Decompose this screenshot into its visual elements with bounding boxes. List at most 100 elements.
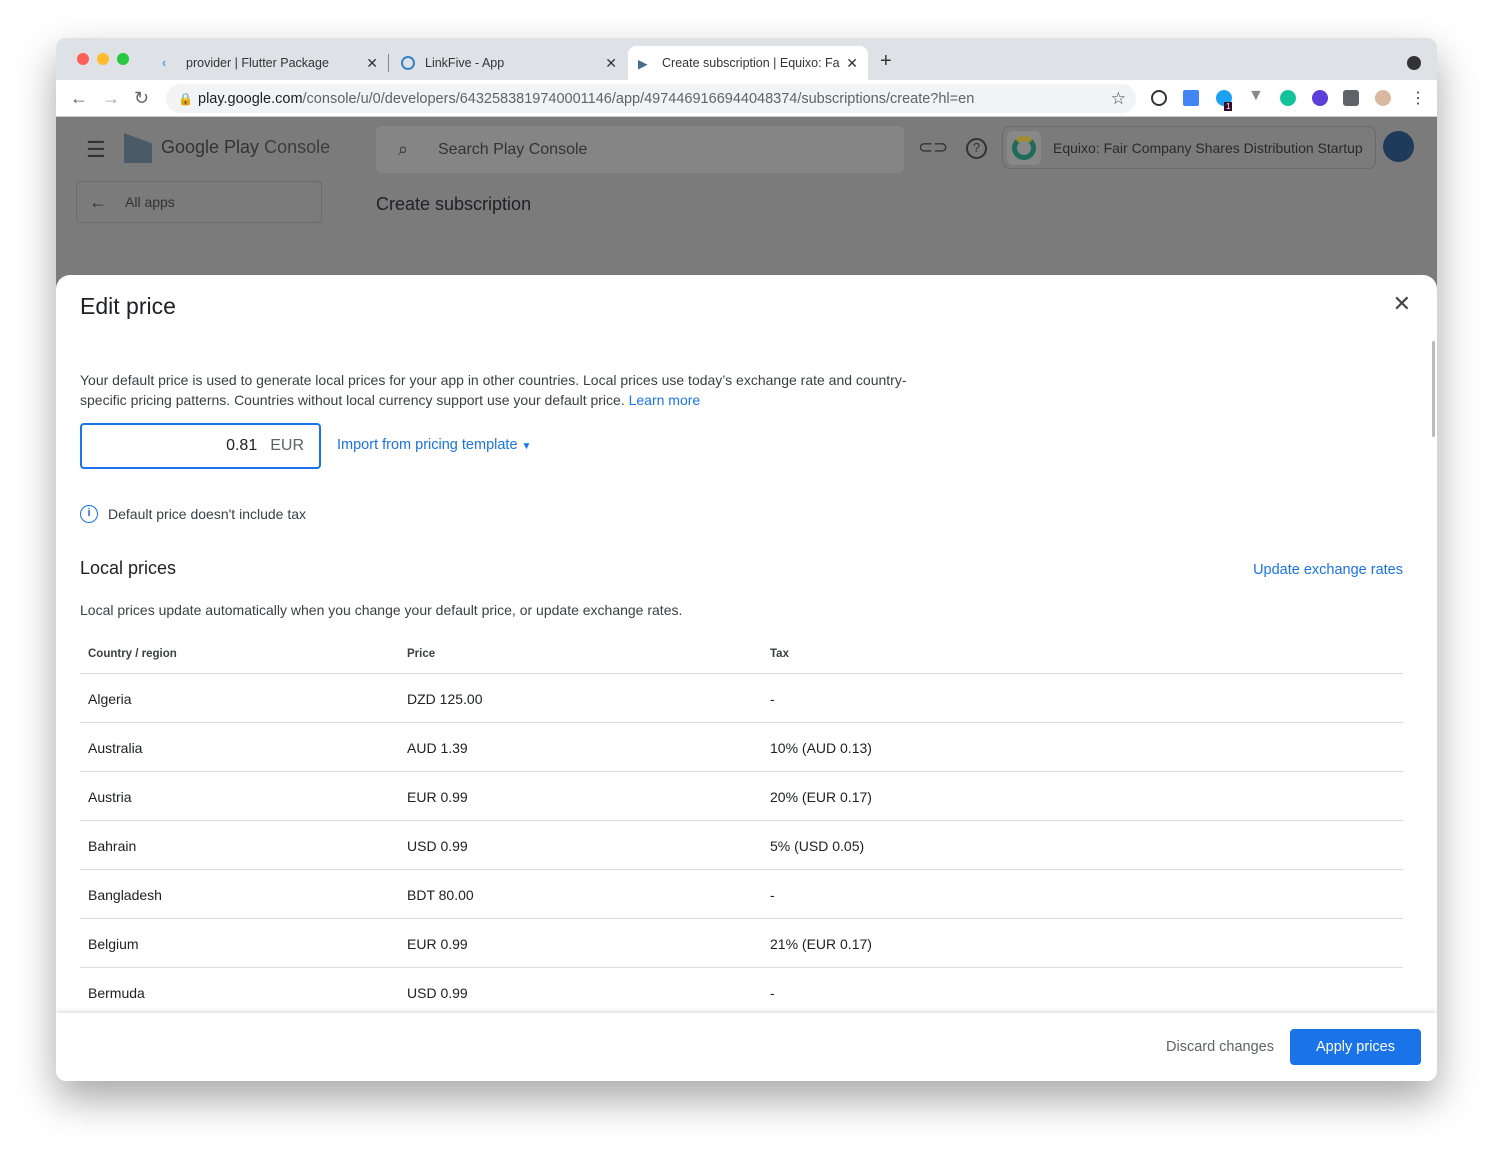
tab-title: LinkFive - App <box>425 56 505 70</box>
scrollbar[interactable] <box>1432 341 1435 437</box>
close-window-button[interactable] <box>77 53 89 65</box>
default-price-input[interactable]: 0.81 EUR <box>80 423 321 469</box>
play-console-logo <box>124 133 152 163</box>
minimize-window-button[interactable] <box>97 53 109 65</box>
cell-country: Bermuda <box>88 985 145 1001</box>
onepassword-icon[interactable] <box>1151 90 1167 106</box>
table-row: Bangladesh BDT 80.00 - <box>80 870 1403 919</box>
column-price: Price <box>407 648 436 660</box>
update-exchange-rates-link[interactable]: Update exchange rates <box>1253 562 1403 578</box>
cell-price: BDT 80.00 <box>407 887 474 903</box>
table-row: Algeria DZD 125.00 - <box>80 674 1403 723</box>
cell-price: USD 0.99 <box>407 985 468 1001</box>
tab-linkfive[interactable]: LinkFive - App ✕ <box>391 46 627 80</box>
hamburger-menu-icon[interactable]: ☰ <box>86 137 106 163</box>
info-icon: i <box>80 505 98 523</box>
google-translate-icon[interactable] <box>1183 90 1199 106</box>
cell-price: USD 0.99 <box>407 838 468 854</box>
apply-prices-button[interactable]: Apply prices <box>1290 1029 1421 1065</box>
app-selector[interactable]: Equixo: Fair Company Shares Distribution… <box>1002 126 1376 169</box>
cell-country: Belgium <box>88 936 139 952</box>
app-name: Equixo: Fair Company Shares Distribution… <box>1053 139 1363 156</box>
local-prices-heading: Local prices <box>80 558 177 578</box>
dropdown-arrow-icon: ▼ <box>521 441 532 452</box>
flutter-icon: ‹ <box>162 56 167 70</box>
forward-icon[interactable]: → <box>102 88 120 109</box>
tab-title: provider | Flutter Package <box>186 56 329 70</box>
chat-extension-icon[interactable] <box>1312 90 1328 106</box>
close-tab-icon[interactable]: ✕ <box>605 55 617 72</box>
bookmark-star-icon[interactable]: ☆ <box>1111 89 1126 109</box>
address-bar: ← → ↻ 🔒 play.google.com/console/u/0/deve… <box>56 80 1437 117</box>
play-console-backdrop: ☰ Google Play Console ⌕ Search Play Cons… <box>56 117 1437 1081</box>
browser-window: ‹ provider | Flutter Package ✕ LinkFive … <box>56 38 1437 1081</box>
tab-title: Create subscription | Equixo: Fa <box>662 56 840 70</box>
tab-bar: ‹ provider | Flutter Package ✕ LinkFive … <box>56 38 1437 80</box>
cell-tax: - <box>770 887 775 903</box>
cell-tax: - <box>770 691 775 707</box>
lock-icon: 🔒 <box>178 91 193 106</box>
app-icon <box>1007 131 1041 165</box>
table-row: Australia AUD 1.39 10% (AUD 0.13) <box>80 723 1403 772</box>
cell-price: DZD 125.00 <box>407 691 483 707</box>
local-prices-description: Local prices update automatically when y… <box>80 602 683 618</box>
default-price-description: Your default price is used to generate l… <box>80 372 907 408</box>
cell-price: AUD 1.39 <box>407 740 468 756</box>
profile-avatar[interactable] <box>1375 90 1391 106</box>
grammarly-icon[interactable] <box>1280 90 1296 106</box>
close-dialog-icon[interactable]: ✕ <box>1393 291 1411 317</box>
back-icon[interactable]: ← <box>70 88 88 109</box>
table-row: Bahrain USD 0.99 5% (USD 0.05) <box>80 821 1403 870</box>
close-tab-icon[interactable]: ✕ <box>846 54 858 72</box>
search-icon: ⌕ <box>398 139 409 159</box>
cell-country: Bangladesh <box>88 887 162 903</box>
cell-price: EUR 0.99 <box>407 789 468 805</box>
extension-badge: 1 <box>1224 102 1233 111</box>
link-icon[interactable]: ⊂⊃ <box>918 137 948 158</box>
dialog-title: Edit price <box>80 293 176 319</box>
column-country: Country / region <box>88 648 177 660</box>
column-tax: Tax <box>770 648 789 660</box>
account-avatar[interactable] <box>1383 131 1414 162</box>
browser-menu-icon[interactable]: ⋮ <box>1410 88 1426 108</box>
reload-icon[interactable]: ↻ <box>134 88 149 109</box>
cell-country: Australia <box>88 740 143 756</box>
tab-search-icon[interactable] <box>1407 56 1421 70</box>
cell-country: Bahrain <box>88 838 137 854</box>
table-row: Belgium EUR 0.99 21% (EUR 0.17) <box>80 919 1403 968</box>
table-row: Bermuda USD 0.99 - <box>80 968 1403 1017</box>
tab-provider[interactable]: ‹ provider | Flutter Package ✕ <box>152 46 388 80</box>
cell-tax: 10% (AUD 0.13) <box>770 740 872 756</box>
search-console-input[interactable]: ⌕ Search Play Console <box>376 126 904 173</box>
learn-more-link[interactable]: Learn more <box>629 392 701 408</box>
url-input[interactable]: 🔒 play.google.com/console/u/0/developers… <box>166 84 1136 113</box>
page-title: Create subscription <box>376 194 532 214</box>
close-tab-icon[interactable]: ✕ <box>366 55 378 72</box>
dialog-footer: Discard changes Apply prices <box>56 1013 1437 1081</box>
cell-tax: 21% (EUR 0.17) <box>770 936 872 952</box>
url-path: /console/u/0/developers/6432583819740001… <box>302 90 975 107</box>
table-header: Country / region Price Tax <box>80 632 1403 674</box>
maximize-window-button[interactable] <box>117 53 129 65</box>
edit-price-dialog: Edit price ✕ Your default price is used … <box>56 275 1437 1081</box>
all-apps-button[interactable]: ← All apps <box>76 181 322 223</box>
cell-tax: - <box>770 985 775 1001</box>
new-tab-button[interactable]: + <box>880 50 892 73</box>
arrow-back-icon: ← <box>89 191 107 212</box>
cell-tax: 20% (EUR 0.17) <box>770 789 872 805</box>
play-console-icon: ▶ <box>638 57 648 71</box>
search-placeholder: Search Play Console <box>438 140 588 158</box>
console-logo-text: Google Play Console <box>161 137 331 157</box>
cell-price: EUR 0.99 <box>407 936 468 952</box>
import-pricing-template-dropdown[interactable]: Import from pricing template ▼ <box>337 437 531 453</box>
extensions-puzzle-icon[interactable] <box>1343 90 1359 106</box>
url-host: play.google.com <box>198 90 303 107</box>
tax-note: Default price doesn't include tax <box>108 506 307 522</box>
cell-country: Algeria <box>88 691 132 707</box>
help-icon[interactable]: ? <box>966 138 987 159</box>
all-apps-label: All apps <box>125 194 175 210</box>
discard-changes-button[interactable]: Discard changes <box>1166 1039 1274 1055</box>
cell-tax: 5% (USD 0.05) <box>770 838 865 854</box>
vue-devtools-icon[interactable]: ▼ <box>1248 87 1264 104</box>
tab-create-subscription[interactable]: ▶ Create subscription | Equixo: Fa ✕ <box>628 46 868 80</box>
